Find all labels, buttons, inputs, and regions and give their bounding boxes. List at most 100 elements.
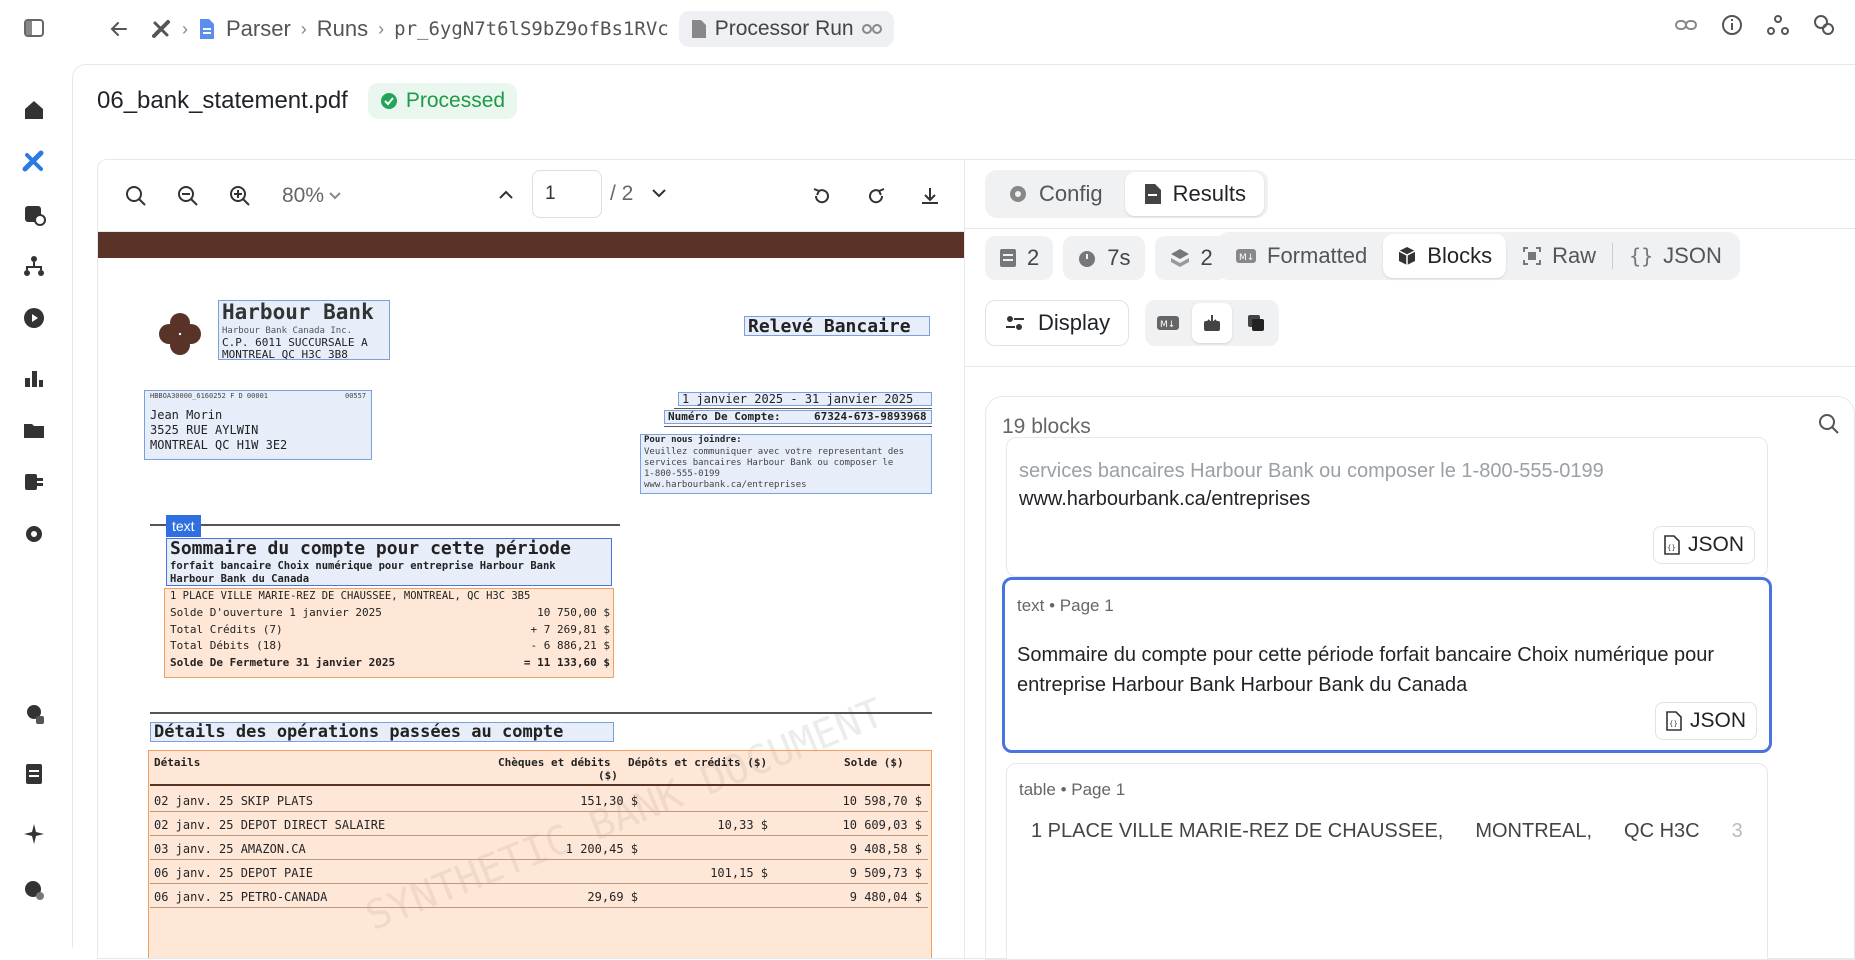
home-icon[interactable] [18, 94, 50, 126]
file-icon [691, 19, 707, 39]
summary-address: 1 PLACE VILLE MARIE-REZ DE CHAUSSEE, MON… [170, 590, 530, 602]
display-button[interactable]: Display [985, 300, 1129, 346]
table-cell: 3 [1732, 820, 1743, 843]
sidebar-toggle-icon[interactable] [18, 12, 50, 44]
scan-icon [1522, 246, 1542, 266]
cell-description: 02 janv. 25 DEPOT DIRECT SALAIRE [154, 818, 385, 832]
summary-row-label: Total Crédits (7) [170, 623, 283, 636]
table-row[interactable]: 06 janv. 25 DEPOT PAIE101,15 $9 509,73 $ [150, 860, 928, 884]
stat-blocks-value: 2 [1201, 245, 1213, 271]
sparkle-icon[interactable] [18, 818, 50, 850]
extract-icon[interactable] [18, 198, 50, 230]
details-title: Détails des opérations passées au compte [154, 722, 563, 742]
block-card[interactable]: table • Page 1 1 PLACE VILLE MARIE-REZ D… [1006, 763, 1768, 960]
block-type-tag: text [166, 515, 201, 537]
contact-line1: Veuillez communiquer avec votre represen… [644, 447, 904, 457]
pipeline-icon[interactable] [18, 466, 50, 498]
view-formatted[interactable]: M↓ Formatted [1221, 234, 1381, 278]
account-label: Numéro De Compte: [668, 410, 781, 423]
view-json[interactable]: {} JSON [1615, 234, 1736, 278]
check-circle-icon [380, 92, 398, 110]
stat-time-value: 7s [1107, 245, 1130, 271]
docs-icon[interactable] [18, 758, 50, 790]
breadcrumb-parser[interactable]: Parser [226, 16, 291, 42]
table-row[interactable]: 03 janv. 25 AMAZON.CA1 200,45 $9 408,58 … [150, 836, 928, 860]
divider [965, 228, 1855, 229]
json-button[interactable]: {} JSON [1653, 526, 1755, 564]
workflow-icon[interactable] [18, 250, 50, 282]
divider [664, 426, 932, 427]
support-icon[interactable] [18, 698, 50, 730]
svg-text:{}: {} [1669, 720, 1678, 728]
page-input[interactable]: 1 [532, 170, 602, 218]
breadcrumb-runs[interactable]: Runs [317, 16, 368, 42]
table-row[interactable]: 06 janv. 25 PETRO-CANADA29,69 $9 480,04 … [150, 884, 928, 908]
viewer-toolbar: 80% 1 / 2 [98, 160, 964, 232]
zoom-select[interactable]: 80% [282, 184, 342, 208]
tab-config[interactable]: Config [989, 172, 1121, 216]
table-cell: 1 PLACE VILLE MARIE-REZ DE CHAUSSEE, [1031, 820, 1443, 843]
back-arrow-icon[interactable] [108, 18, 130, 40]
integration-icon[interactable] [1813, 14, 1835, 36]
toggle-layers[interactable] [1236, 303, 1276, 343]
summary-sub1: forfait bancaire Choix numérique pour en… [170, 560, 556, 572]
toggle-images[interactable] [1192, 303, 1232, 343]
chevron-up-icon[interactable] [488, 176, 524, 212]
divider [674, 408, 932, 409]
gear-icon[interactable] [18, 518, 50, 550]
summary-row-label: Solde De Fermeture 31 janvier 2025 [170, 656, 395, 669]
analytics-icon[interactable] [18, 362, 50, 394]
toggle-markdown[interactable]: M↓ [1148, 303, 1188, 343]
table-row[interactable]: 02 janv. 25 DEPOT DIRECT SALAIRE10,33 $1… [150, 812, 928, 836]
block-text: www.harbourbank.ca/entreprises [1019, 484, 1749, 514]
zoom-out-icon[interactable] [170, 178, 206, 214]
processor-run-chip[interactable]: Processor Run [679, 11, 894, 47]
info-icon[interactable] [1721, 14, 1743, 36]
rotate-right-icon[interactable] [858, 178, 894, 214]
blocks-list: 19 blocks services bancaires Harbour Ban… [985, 396, 1855, 960]
link-icon[interactable] [1675, 14, 1697, 36]
contact-line3: 1-800-555-0199 [644, 469, 720, 479]
parser-icon[interactable] [18, 146, 50, 178]
breadcrumb-run-id[interactable]: pr_6ygN7t6lS9bZ9ofBs1RVc [394, 18, 669, 40]
summary-row-value: 10 750,00 $ [537, 606, 610, 619]
search-icon[interactable] [1818, 413, 1840, 435]
view-raw[interactable]: Raw [1508, 234, 1610, 278]
block-card[interactable]: services bancaires Harbour Bank ou compo… [1006, 437, 1768, 577]
pdf-page[interactable]: Harbour Bank Harbour Bank Canada Inc. C.… [98, 232, 965, 959]
search-icon[interactable] [118, 178, 154, 214]
chevron-down-icon[interactable] [641, 176, 677, 212]
rotate-left-icon[interactable] [804, 178, 840, 214]
cell-credit: 10,33 $ [717, 818, 768, 832]
cell-description: 03 janv. 25 AMAZON.CA [154, 842, 306, 856]
contact-line2: services bancaires Harbour Bank ou compo… [644, 458, 893, 468]
link-icon [862, 22, 882, 36]
download-icon[interactable] [912, 178, 948, 214]
cell-balance: 9 408,58 $ [850, 842, 922, 856]
zoom-value: 80% [282, 184, 324, 208]
chat-icon[interactable] [18, 874, 50, 906]
results-doc-icon [1143, 183, 1163, 205]
zoom-in-icon[interactable] [222, 178, 258, 214]
block-text: Sommaire du compte pour cette période fo… [1017, 640, 1747, 700]
layers-icon [1246, 313, 1266, 333]
webhook-icon[interactable] [1767, 14, 1789, 36]
view-blocks[interactable]: Blocks [1383, 234, 1506, 278]
table-cell: QC H3C [1624, 820, 1700, 843]
parser-crumb-icon[interactable] [150, 18, 172, 40]
panel-tabs: Config Results [985, 170, 1268, 218]
tab-results[interactable]: Results [1125, 172, 1264, 216]
json-button[interactable]: {} JSON [1655, 702, 1757, 740]
status-badge: Processed [368, 83, 517, 119]
page-header-band [98, 232, 965, 258]
cell-description: 06 janv. 25 DEPOT PAIE [154, 866, 313, 880]
folder-icon[interactable] [18, 414, 50, 446]
block-card-selected[interactable]: text • Page 1 Sommaire du compte pour ce… [1002, 577, 1772, 753]
document-icon [198, 18, 216, 40]
stat-pages-value: 2 [1027, 245, 1039, 271]
statement-title: Relevé Bancaire [748, 316, 911, 337]
barcode-number: 00557 [345, 392, 366, 400]
json-file-icon: {} [1664, 535, 1680, 555]
table-row[interactable]: 02 janv. 25 SKIP PLATS151,30 $10 598,70 … [150, 788, 928, 812]
play-icon[interactable] [18, 302, 50, 334]
